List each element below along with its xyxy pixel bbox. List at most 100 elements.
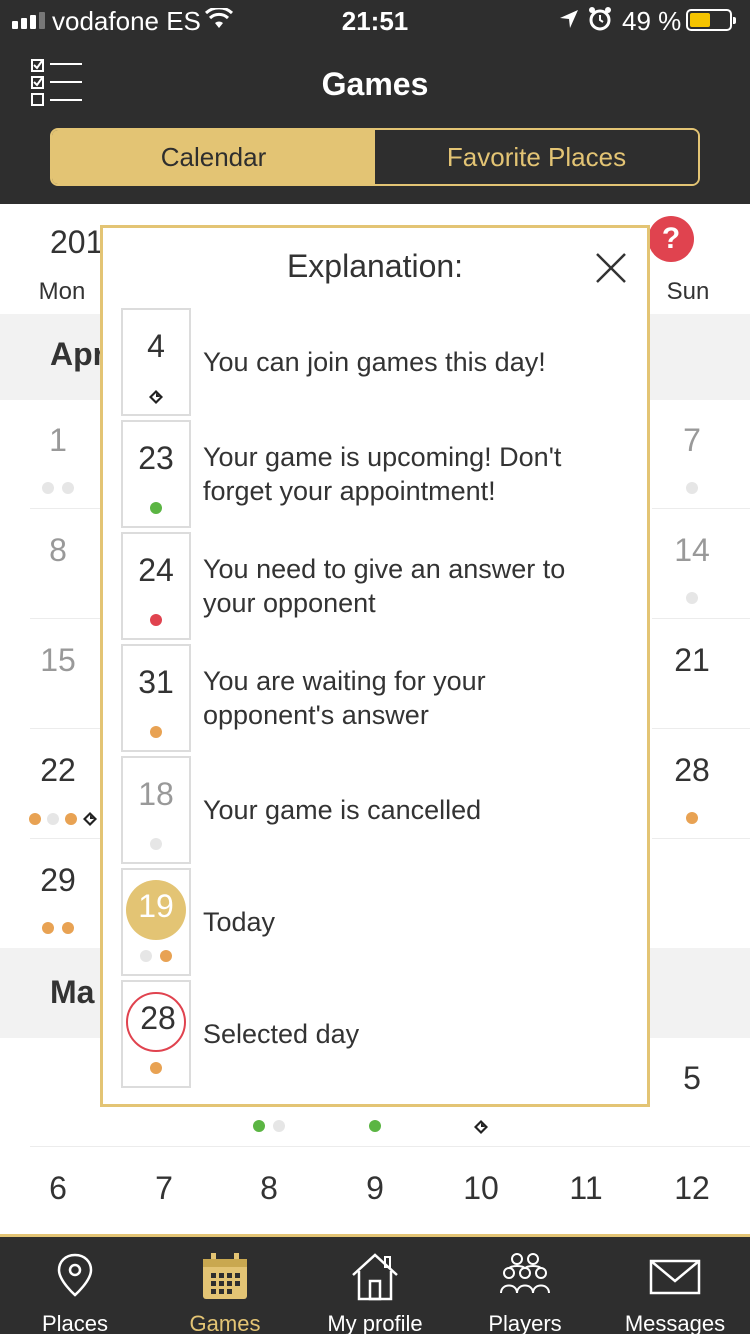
diamond-icon: [83, 812, 97, 826]
legend-description: You are waiting for your opponent's answ…: [203, 666, 486, 730]
calendar-day[interactable]: 6: [18, 1170, 98, 1207]
divider: [30, 728, 100, 729]
legend-row-today: 19 Today: [121, 868, 631, 976]
legend-day-cell: 31: [121, 644, 191, 752]
legend-row-join: 4 You can join games this day!: [121, 308, 631, 416]
legend-day-number: 28: [140, 1000, 176, 1036]
legend-row-waiting: 31 You are waiting for your opponent's a…: [121, 644, 631, 752]
calendar-day[interactable]: 10: [441, 1170, 521, 1207]
tab-label: Messages: [624, 1311, 726, 1334]
legend-day-cell: 24: [121, 532, 191, 640]
calendar-day[interactable]: 11: [546, 1170, 626, 1207]
weekday-sun: Sun: [666, 278, 710, 305]
day-markers: [8, 482, 108, 494]
close-icon[interactable]: [593, 250, 629, 286]
legend-description: Your game is upcoming! Don't forget your…: [203, 442, 562, 506]
bottom-tab-bar: Places Games My profile Players Messages: [0, 1234, 750, 1334]
day-markers: [325, 1120, 425, 1132]
divider: [30, 508, 100, 509]
legend-description: Selected day: [203, 1019, 360, 1049]
envelope-icon: [649, 1259, 701, 1295]
day-markers: [123, 726, 189, 738]
selected-circle: 28: [126, 992, 186, 1052]
legend-row-cancelled: 18 Your game is cancelled: [121, 756, 631, 864]
tab-calendar[interactable]: Calendar: [52, 130, 375, 184]
tab-label: Places: [41, 1311, 109, 1334]
calendar-day[interactable]: 7: [124, 1170, 204, 1207]
divider: [652, 508, 750, 509]
tab-messages[interactable]: Messages: [600, 1237, 750, 1334]
calendar-day[interactable]: 21: [652, 642, 732, 679]
calendar-day[interactable]: 9: [335, 1170, 415, 1207]
calendar-day[interactable]: 22: [18, 752, 98, 789]
day-markers: [219, 1120, 319, 1132]
day-markers: [123, 838, 189, 850]
tab-my-profile[interactable]: My profile: [300, 1237, 450, 1334]
page-title: Games: [321, 66, 429, 102]
legend-day-cell: 4: [121, 308, 191, 416]
tab-label: Games: [189, 1311, 261, 1334]
calendar-day[interactable]: 8: [229, 1170, 309, 1207]
help-button[interactable]: ?: [648, 216, 694, 262]
divider: [30, 1146, 750, 1147]
month-name: Apr: [50, 336, 106, 372]
calendar-icon: [203, 1253, 247, 1299]
dialog-title: Explanation:: [286, 248, 464, 284]
legend-description: You need to give an answer to your oppon…: [203, 554, 566, 618]
explanation-dialog: Explanation: 4 You can join games this d…: [100, 225, 650, 1107]
day-markers: [123, 390, 189, 404]
legend-day-cell: 19: [121, 868, 191, 976]
legend-day-number: 23: [138, 440, 174, 476]
calendar-day[interactable]: 29: [18, 862, 98, 899]
alarm-icon: [589, 7, 611, 31]
calendar-day[interactable]: 8: [18, 532, 98, 569]
legend-day-cell: 18: [121, 756, 191, 864]
legend-day-cell: 28: [121, 980, 191, 1088]
calendar-day[interactable]: 15: [18, 642, 98, 679]
divider: [30, 838, 100, 839]
calendar-year: 201: [50, 224, 104, 260]
legend-row-answer-needed: 24 You need to give an answer to your op…: [121, 532, 631, 640]
calendar-day[interactable]: 5: [652, 1060, 732, 1097]
tab-players[interactable]: Players: [450, 1237, 600, 1334]
legend-day-cell: 23: [121, 420, 191, 528]
day-markers: [8, 922, 108, 934]
calendar-day[interactable]: 7: [652, 422, 732, 459]
calendar-day[interactable]: 28: [652, 752, 732, 789]
legend-row-selected: 28 Selected day: [121, 980, 631, 1088]
day-markers: [123, 614, 189, 626]
legend-day-number: 24: [138, 552, 174, 588]
calendar-day[interactable]: 14: [652, 532, 732, 569]
divider: [652, 728, 750, 729]
home-icon: [352, 1253, 398, 1301]
divider: [652, 838, 750, 839]
legend-day-number: 31: [138, 664, 174, 700]
month-name: Ma: [50, 974, 95, 1010]
legend-row-upcoming: 23 Your game is upcoming! Don't forget y…: [121, 420, 631, 528]
legend-day-number: 18: [138, 776, 174, 812]
weekday-mon: Mon: [38, 278, 86, 305]
divider: [30, 618, 100, 619]
tab-places[interactable]: Places: [0, 1237, 150, 1334]
tab-label: My profile: [327, 1311, 423, 1334]
tab-favorite-places[interactable]: Favorite Places: [375, 130, 698, 184]
map-pin-icon: [57, 1253, 93, 1297]
legend-description: Today: [203, 907, 276, 937]
diamond-icon: [149, 390, 163, 404]
day-markers: [431, 1120, 531, 1134]
day-markers: [123, 950, 189, 962]
header: Games Calendar Favorite Places: [0, 40, 750, 204]
group-icon: [500, 1253, 550, 1294]
day-markers: [642, 812, 742, 824]
diamond-icon: [474, 1120, 488, 1134]
tab-games[interactable]: Games: [150, 1237, 300, 1334]
day-markers: [123, 502, 189, 514]
day-markers: [642, 592, 742, 604]
day-markers: [642, 482, 742, 494]
calendar-day[interactable]: 12: [652, 1170, 732, 1207]
status-bar: vodafone ES 21:51 49 %: [0, 0, 750, 40]
tab-label: Players: [488, 1311, 562, 1334]
calendar-day[interactable]: 1: [18, 422, 98, 459]
divider: [652, 618, 750, 619]
legend-description: Your game is cancelled: [203, 795, 482, 825]
